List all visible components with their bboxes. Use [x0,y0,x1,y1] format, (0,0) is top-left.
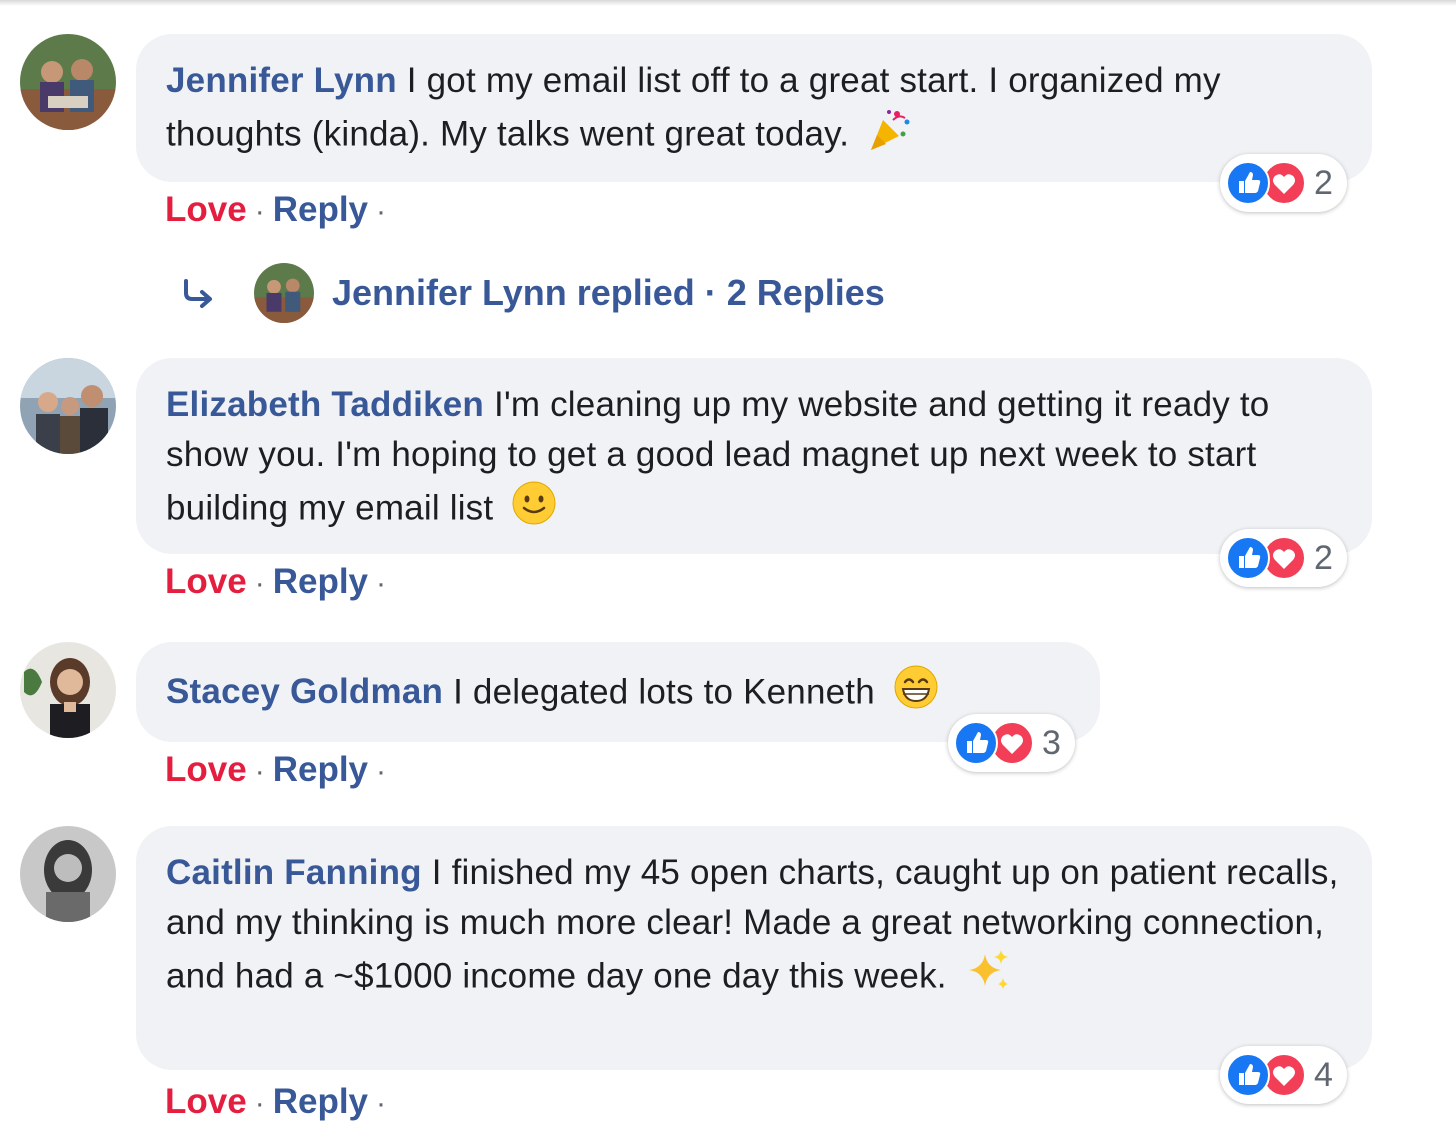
reaction-count: 3 [1042,723,1061,762]
comment-author[interactable]: Elizabeth Taddiken [166,385,484,424]
like-icon [1226,536,1270,580]
top-divider [0,0,1456,6]
sparkles-icon [965,948,1011,1008]
comment-text: I delegated lots to Kenneth [453,672,875,712]
avatar [254,263,314,323]
separator: · [376,1087,387,1120]
reaction-summary[interactable]: 4 [1220,1046,1347,1104]
avatar[interactable] [20,826,116,922]
reply-button[interactable]: Reply [273,562,368,601]
separator: · [254,567,265,600]
reaction-summary[interactable]: 2 [1220,154,1347,212]
love-button[interactable]: Love [165,750,247,789]
separator: · [254,1087,265,1120]
reply-button[interactable]: Reply [273,190,368,229]
separator: · [376,567,387,600]
comment-author[interactable]: Jennifer Lynn [166,61,397,100]
comment-actions: Love · Reply · [165,1077,394,1127]
like-icon [1226,161,1270,205]
replies-summary-text[interactable]: Jennifer Lynn replied · 2 Replies [332,272,885,314]
comment-bubble: Elizabeth Taddiken I'm cleaning up my web… [136,358,1372,554]
love-button[interactable]: Love [165,1082,247,1121]
comment-author[interactable]: Caitlin Fanning [166,853,422,892]
comment-author[interactable]: Stacey Goldman [166,672,443,711]
avatar[interactable] [20,358,116,454]
reaction-summary[interactable]: 2 [1220,529,1347,587]
comment-bubble: Jennifer Lynn I got my email list off to … [136,34,1372,182]
separator: · [254,195,265,228]
reaction-summary[interactable]: 3 [948,714,1075,772]
reply-arrow-icon [184,279,212,308]
like-icon [954,721,998,765]
separator: · [254,755,265,788]
comment-actions: Love · Reply · [165,185,394,235]
love-button[interactable]: Love [165,190,247,229]
comment-bubble: Caitlin Fanning I finished my 45 open cha… [136,826,1372,1070]
separator: · [376,195,387,228]
reply-button[interactable]: Reply [273,1082,368,1121]
avatar[interactable] [20,34,116,130]
party-popper-icon [867,106,913,166]
reaction-count: 2 [1314,163,1333,202]
separator: · [376,755,387,788]
comment-actions: Love · Reply · [165,745,394,795]
like-icon [1226,1053,1270,1097]
reply-button[interactable]: Reply [273,750,368,789]
comment-actions: Love · Reply · [165,557,394,607]
reaction-count: 4 [1314,1055,1333,1094]
love-button[interactable]: Love [165,562,247,601]
grinning-face-icon [893,664,939,724]
view-replies[interactable]: Jennifer Lynn replied · 2 Replies [180,258,885,328]
reaction-count: 2 [1314,538,1333,577]
smiling-face-icon [511,480,557,540]
avatar[interactable] [20,642,116,738]
